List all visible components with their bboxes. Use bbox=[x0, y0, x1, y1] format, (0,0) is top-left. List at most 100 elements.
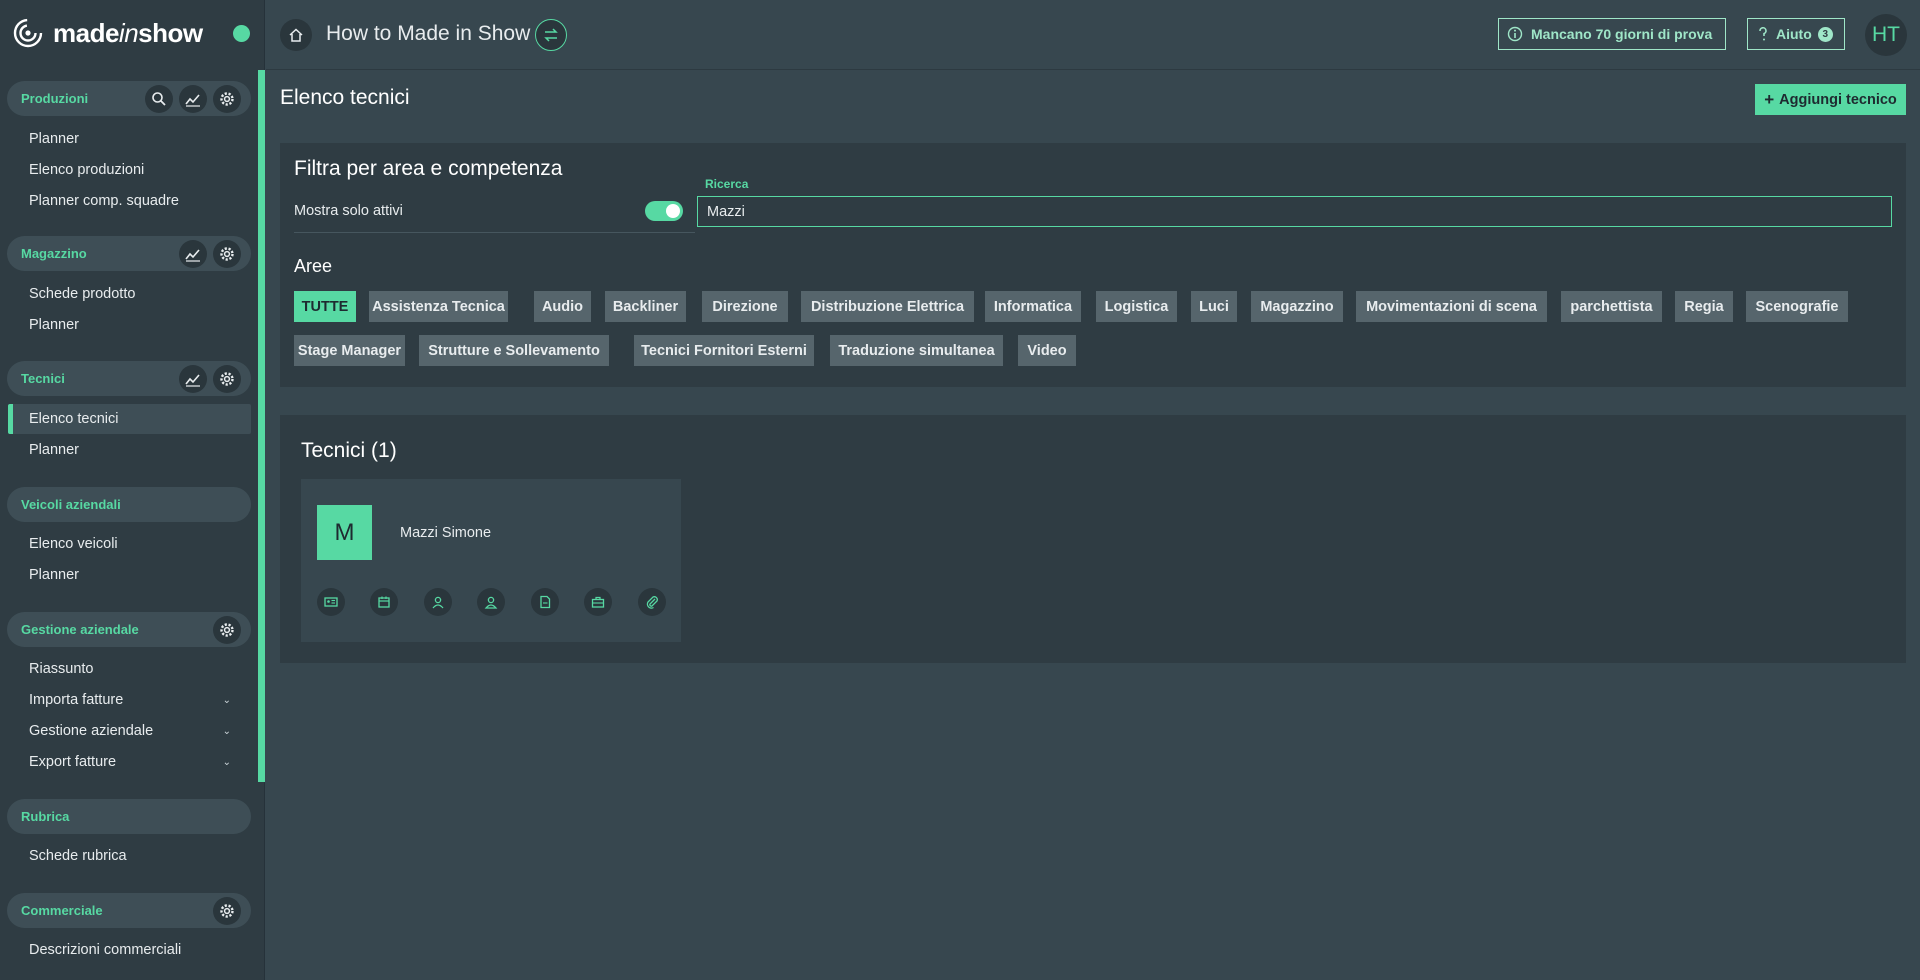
sidebar-item-gestione-aziendale[interactable]: Gestione aziendale ⌄ bbox=[8, 716, 251, 746]
sidebar-section-produzioni[interactable]: Produzioni bbox=[7, 81, 251, 116]
brand-name: madeinshow bbox=[53, 17, 203, 48]
area-chip[interactable]: Scenografie bbox=[1746, 291, 1848, 322]
user-badge-icon[interactable] bbox=[477, 588, 505, 616]
filter-panel: Filtra per area e competenza Mostra solo… bbox=[280, 143, 1906, 387]
gear-icon[interactable] bbox=[213, 364, 241, 393]
sidebar-section-rubrica[interactable]: Rubrica bbox=[7, 799, 251, 834]
sidebar-item-importa-fatture[interactable]: Importa fatture ⌄ bbox=[8, 685, 251, 715]
sidebar-item-descrizioni-commerciali[interactable]: Descrizioni commerciali bbox=[8, 935, 251, 965]
area-chip[interactable]: Distribuzione Elettrica bbox=[801, 291, 974, 322]
area-chip[interactable]: Logistica bbox=[1096, 291, 1177, 322]
sidebar: madeinshow Produzioni Planner Elenco pro… bbox=[0, 0, 265, 980]
top-bar: How to Made in Show Mancano 70 giorni di… bbox=[266, 0, 1920, 70]
user-icon[interactable] bbox=[424, 588, 452, 616]
area-chip[interactable]: Stage Manager bbox=[294, 335, 405, 366]
sidebar-item-planner-comp-squadre[interactable]: Planner comp. squadre bbox=[8, 186, 251, 216]
sidebar-item-planner-magazzino[interactable]: Planner bbox=[8, 310, 251, 340]
area-chip[interactable]: Assistenza Tecnica bbox=[369, 291, 508, 322]
sidebar-section-commerciale[interactable]: Commerciale bbox=[7, 893, 251, 928]
sidebar-section-gestione-aziendale[interactable]: Gestione aziendale bbox=[7, 612, 251, 647]
area-chip[interactable]: Magazzino bbox=[1251, 291, 1343, 322]
help-icon bbox=[1759, 27, 1767, 41]
sidebar-section-veicoli[interactable]: Veicoli aziendali bbox=[7, 487, 251, 522]
section-title: Rubrica bbox=[21, 809, 70, 824]
area-chip[interactable]: Audio bbox=[534, 291, 591, 322]
sidebar-item-elenco-veicoli[interactable]: Elenco veicoli bbox=[8, 529, 251, 559]
add-button-label: Aggiungi tecnico bbox=[1779, 91, 1897, 108]
section-title: Gestione aziendale bbox=[21, 622, 139, 637]
info-icon bbox=[1507, 26, 1523, 42]
sidebar-item-elenco-tecnici[interactable]: Elenco tecnici bbox=[8, 404, 251, 434]
search-input[interactable] bbox=[697, 196, 1892, 227]
switch-company-button[interactable] bbox=[535, 19, 567, 51]
page-title: Elenco tecnici bbox=[280, 86, 410, 109]
active-only-label: Mostra solo attivi bbox=[294, 203, 403, 219]
sidebar-item-schede-rubrica[interactable]: Schede rubrica bbox=[8, 841, 251, 871]
document-icon[interactable] bbox=[531, 588, 559, 616]
sidebar-item-export-fatture[interactable]: Export fatture ⌄ bbox=[8, 747, 251, 777]
trial-info-button[interactable]: Mancano 70 giorni di prova bbox=[1498, 18, 1726, 50]
chevron-down-icon: ⌄ bbox=[222, 756, 231, 768]
chevron-down-icon: ⌄ bbox=[222, 725, 231, 737]
plus-icon: + bbox=[1764, 89, 1775, 109]
section-title: Magazzino bbox=[21, 246, 87, 261]
sidebar-item-schede-prodotto[interactable]: Schede prodotto bbox=[8, 279, 251, 309]
item-label: Export fatture bbox=[29, 754, 117, 770]
search-label: Ricerca bbox=[705, 177, 749, 191]
technician-card[interactable]: M Mazzi Simone bbox=[301, 479, 681, 642]
toolbox-icon[interactable] bbox=[584, 588, 612, 616]
search-icon[interactable] bbox=[145, 84, 173, 113]
id-card-icon[interactable] bbox=[317, 588, 345, 616]
technician-name[interactable]: Mazzi Simone bbox=[400, 525, 491, 541]
sidebar-scrollbar[interactable] bbox=[258, 70, 265, 782]
sidebar-item-planner-veicoli[interactable]: Planner bbox=[8, 560, 251, 590]
help-button[interactable]: Aiuto 3 bbox=[1747, 18, 1845, 50]
logo-icon bbox=[13, 18, 43, 48]
area-chip[interactable]: Movimentazioni di scena bbox=[1356, 291, 1547, 322]
area-chip[interactable]: Luci bbox=[1191, 291, 1237, 322]
area-chip[interactable]: Traduzione simultanea bbox=[830, 335, 1003, 366]
sidebar-item-elenco-produzioni[interactable]: Elenco produzioni bbox=[8, 155, 251, 185]
chart-icon[interactable] bbox=[179, 364, 207, 393]
area-chip[interactable]: Video bbox=[1018, 335, 1076, 366]
user-avatar[interactable]: HT bbox=[1865, 14, 1907, 56]
technicians-title: Tecnici (1) bbox=[301, 439, 397, 462]
help-label: Aiuto bbox=[1776, 26, 1812, 42]
section-title: Veicoli aziendali bbox=[21, 497, 121, 512]
area-chip[interactable]: Informatica bbox=[985, 291, 1081, 322]
area-chip[interactable]: Tecnici Fornitori Esterni bbox=[634, 335, 814, 366]
attachment-icon[interactable] bbox=[638, 588, 666, 616]
section-title: Commerciale bbox=[21, 903, 103, 918]
area-chip-tutte[interactable]: TUTTE bbox=[294, 291, 356, 322]
swap-icon bbox=[544, 28, 558, 42]
add-technician-button[interactable]: + Aggiungi tecnico bbox=[1755, 84, 1906, 115]
app-title: How to Made in Show bbox=[326, 22, 531, 45]
sidebar-item-planner[interactable]: Planner bbox=[8, 124, 251, 154]
home-icon bbox=[289, 28, 303, 42]
brand-logo[interactable]: madeinshow bbox=[13, 16, 203, 50]
active-only-toggle[interactable] bbox=[645, 201, 683, 221]
gear-icon[interactable] bbox=[213, 615, 241, 644]
sidebar-section-magazzino[interactable]: Magazzino bbox=[7, 236, 251, 271]
area-chip[interactable]: parchettista bbox=[1561, 291, 1662, 322]
item-label: Importa fatture bbox=[29, 692, 124, 708]
chart-icon[interactable] bbox=[179, 239, 207, 268]
help-count-badge: 3 bbox=[1817, 26, 1833, 42]
calendar-icon[interactable] bbox=[370, 588, 398, 616]
trial-text: Mancano 70 giorni di prova bbox=[1531, 26, 1713, 42]
chevron-down-icon: ⌄ bbox=[222, 694, 231, 706]
section-title: Tecnici bbox=[21, 371, 65, 386]
chart-icon[interactable] bbox=[179, 84, 207, 113]
home-button[interactable] bbox=[280, 19, 312, 51]
area-chip[interactable]: Direzione bbox=[702, 291, 788, 322]
gear-icon[interactable] bbox=[213, 84, 241, 113]
gear-icon[interactable] bbox=[213, 239, 241, 268]
area-chip[interactable]: Strutture e Sollevamento bbox=[419, 335, 609, 366]
sidebar-item-planner-tecnici[interactable]: Planner bbox=[8, 435, 251, 465]
sidebar-section-tecnici[interactable]: Tecnici bbox=[7, 361, 251, 396]
area-chip[interactable]: Backliner bbox=[605, 291, 686, 322]
area-chip[interactable]: Regia bbox=[1675, 291, 1733, 322]
gear-icon[interactable] bbox=[213, 896, 241, 925]
status-indicator bbox=[233, 25, 250, 42]
sidebar-item-riassunto[interactable]: Riassunto bbox=[8, 654, 251, 684]
